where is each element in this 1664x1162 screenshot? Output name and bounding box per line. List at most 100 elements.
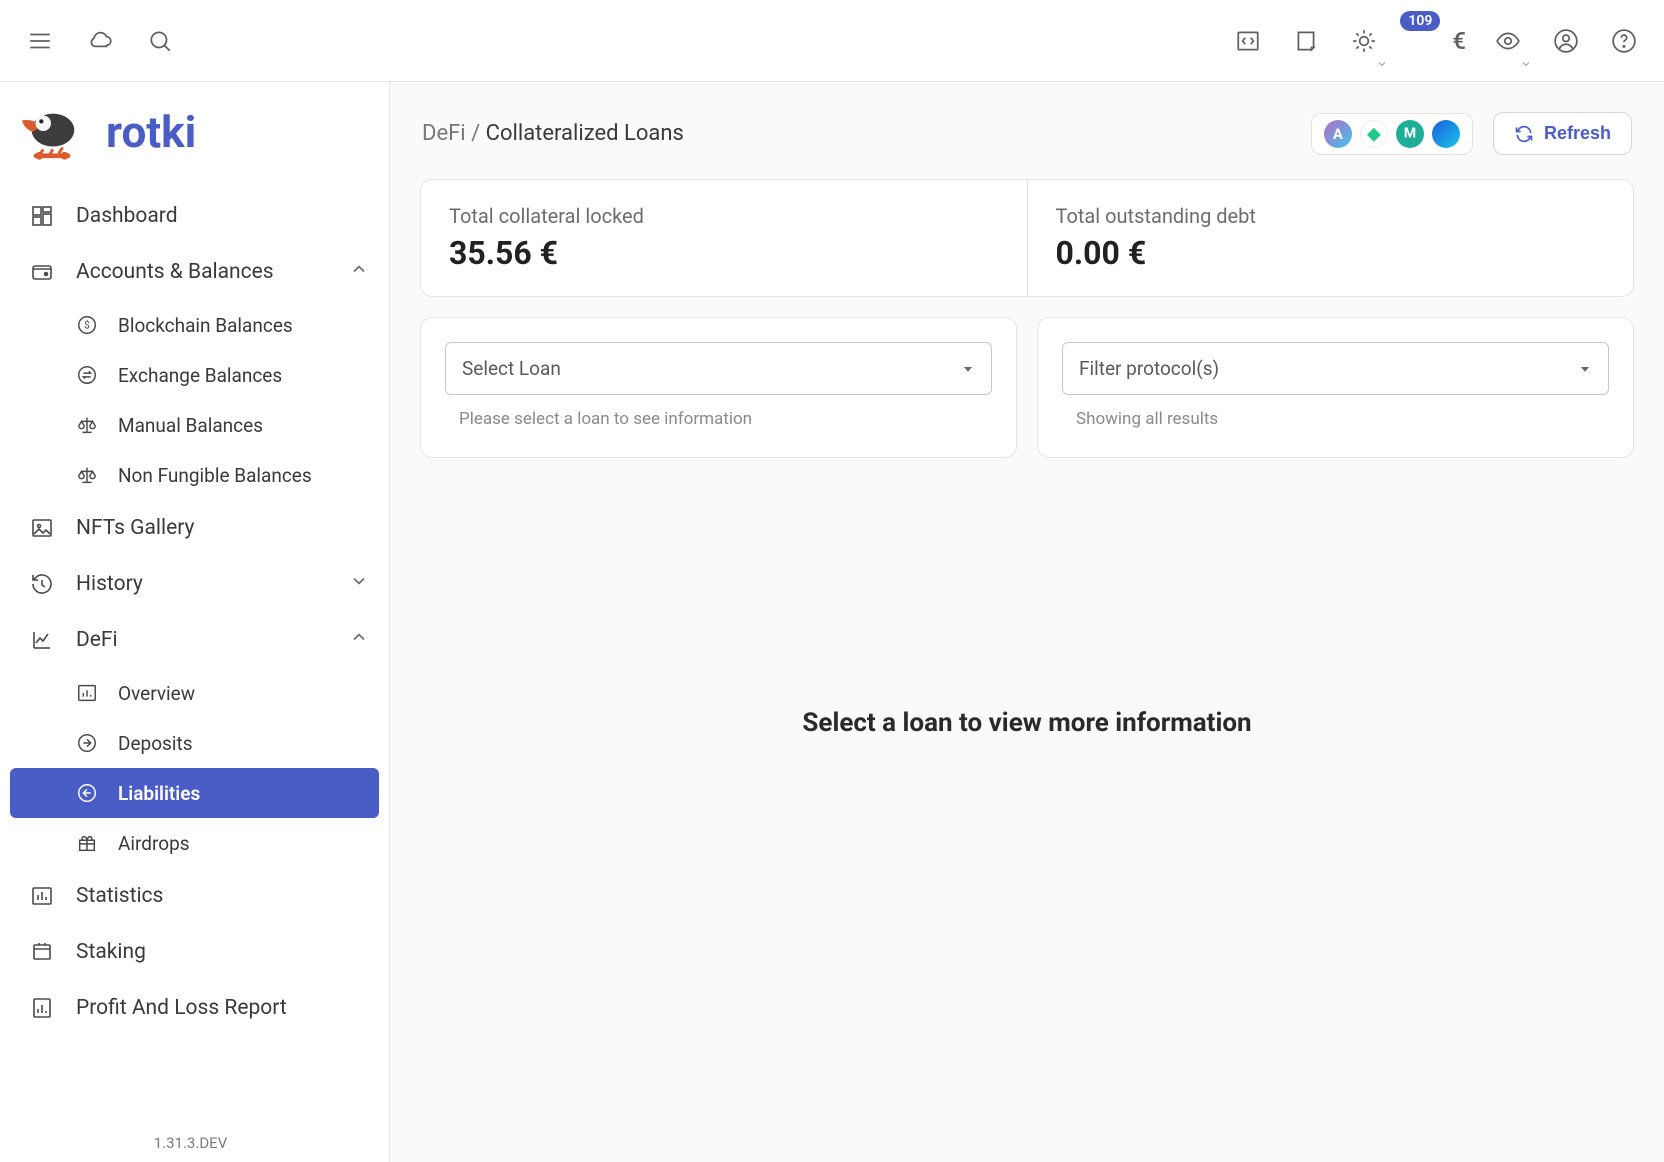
stats-icon: [28, 882, 56, 910]
sidebar-item-label: Liabilities: [118, 782, 200, 805]
sidebar-scroll[interactable]: rotki Dashboard Accounts & Balances $ Bl…: [0, 82, 389, 1162]
topbar-right: 109 €: [1232, 25, 1640, 57]
sidebar-item-nfts[interactable]: NFTs Gallery: [0, 500, 389, 556]
breadcrumb: DeFi / Collateralized Loans: [422, 121, 684, 146]
loan-select[interactable]: Select Loan: [445, 342, 992, 395]
caret-down-icon: [1578, 362, 1592, 376]
sidebar-sub-manual[interactable]: Manual Balances: [0, 400, 389, 450]
theme-icon[interactable]: [1348, 25, 1380, 57]
note-icon[interactable]: [1290, 25, 1322, 57]
protocol-filter-helper: Showing all results: [1062, 409, 1609, 429]
scale-icon: [74, 412, 100, 438]
sidebar-sub-blockchain[interactable]: $ Blockchain Balances: [0, 300, 389, 350]
sidebar-item-label: Profit And Loss Report: [76, 996, 287, 1020]
sidebar-sub-overview[interactable]: Overview: [0, 668, 389, 718]
shell: rotki Dashboard Accounts & Balances $ Bl…: [0, 82, 1664, 1162]
barchart-icon: [74, 680, 100, 706]
stat-cards: Total collateral locked 35.56 € Total ou…: [420, 179, 1634, 297]
empty-state-message: Select a loan to view more information: [420, 708, 1634, 738]
sidebar-item-label: Blockchain Balances: [118, 314, 293, 337]
brand-name: rotki: [106, 106, 196, 158]
stat-label: Total outstanding debt: [1056, 204, 1606, 228]
sidebar-sub-deposits[interactable]: Deposits: [0, 718, 389, 768]
sidebar-item-staking[interactable]: Staking: [0, 924, 389, 980]
wallet-icon: [28, 258, 56, 286]
history-icon: [28, 570, 56, 598]
sidebar-sub-nft-balances[interactable]: Non Fungible Balances: [0, 450, 389, 500]
refresh-label: Refresh: [1544, 123, 1611, 144]
help-icon[interactable]: [1608, 25, 1640, 57]
image-icon: [28, 514, 56, 542]
protocol-maker-icon: [1396, 120, 1424, 148]
page-header: DeFi / Collateralized Loans Refresh: [420, 112, 1634, 155]
brand[interactable]: rotki: [0, 82, 389, 188]
chevron-down-icon: [1376, 55, 1388, 67]
sidebar-sub-airdrops[interactable]: Airdrops: [0, 818, 389, 868]
loan-select-helper: Please select a loan to see information: [445, 409, 992, 429]
staking-icon: [28, 938, 56, 966]
chevron-down-icon: [1520, 55, 1532, 67]
currency-symbol: €: [1452, 27, 1466, 55]
protocol-filter-card: Filter protocol(s) Showing all results: [1037, 317, 1634, 458]
report-icon: [28, 994, 56, 1022]
protocol-liquity-icon: [1432, 120, 1460, 148]
coin-icon: $: [74, 312, 100, 338]
sidebar-item-dashboard[interactable]: Dashboard: [0, 188, 389, 244]
select-placeholder: Select Loan: [462, 357, 561, 380]
menu-icon[interactable]: [24, 25, 56, 57]
page-actions: Refresh: [1311, 112, 1632, 155]
version-label: 1.31.3.DEV: [0, 1124, 381, 1162]
topbar: 109 €: [0, 0, 1664, 82]
sidebar-item-label: NFTs Gallery: [76, 516, 195, 540]
deposit-icon: [74, 730, 100, 756]
sidebar-sub-liabilities[interactable]: Liabilities: [10, 768, 379, 818]
sidebar-item-label: Statistics: [76, 884, 163, 908]
sidebar-item-label: Accounts & Balances: [76, 260, 274, 284]
sidebar-item-label: Airdrops: [118, 832, 190, 855]
chevron-up-icon: [349, 259, 369, 285]
sidebar-item-label: Exchange Balances: [118, 364, 282, 387]
sidebar-item-label: Deposits: [118, 732, 193, 755]
breadcrumb-sep: /: [466, 121, 486, 146]
brand-logo-icon: [20, 104, 82, 160]
sidebar-item-label: Dashboard: [76, 204, 178, 228]
privacy-icon[interactable]: [1492, 25, 1524, 57]
account-icon[interactable]: [1550, 25, 1582, 57]
svg-text:$: $: [84, 319, 90, 332]
sidebar-item-label: Overview: [118, 682, 195, 705]
liability-icon: [74, 780, 100, 806]
select-placeholder: Filter protocol(s): [1079, 357, 1219, 380]
sidebar-item-history[interactable]: History: [0, 556, 389, 612]
topbar-left: [24, 25, 176, 57]
stat-value: 0.00 €: [1056, 234, 1606, 272]
protocol-filter-select[interactable]: Filter protocol(s): [1062, 342, 1609, 395]
sidebar-sub-exchange[interactable]: Exchange Balances: [0, 350, 389, 400]
gift-icon: [74, 830, 100, 856]
sidebar-item-statistics[interactable]: Statistics: [0, 868, 389, 924]
breadcrumb-current: Collateralized Loans: [486, 121, 684, 146]
sidebar-item-label: Non Fungible Balances: [118, 464, 312, 487]
stat-collateral: Total collateral locked 35.56 €: [421, 180, 1027, 296]
refresh-button[interactable]: Refresh: [1493, 112, 1632, 155]
notification-badge: 109: [1400, 11, 1440, 31]
scale-icon: [74, 462, 100, 488]
sidebar-item-defi[interactable]: DeFi: [0, 612, 389, 668]
breadcrumb-parent[interactable]: DeFi: [422, 121, 466, 146]
sidebar-item-pnl[interactable]: Profit And Loss Report: [0, 980, 389, 1036]
sidebar-item-label: DeFi: [76, 628, 118, 652]
stat-value: 35.56 €: [449, 234, 999, 272]
code-icon[interactable]: [1232, 25, 1264, 57]
protocol-chips[interactable]: [1311, 113, 1473, 155]
search-icon[interactable]: [144, 25, 176, 57]
loan-select-card: Select Loan Please select a loan to see …: [420, 317, 1017, 458]
protocol-compound-icon: [1360, 120, 1388, 148]
stat-debt: Total outstanding debt 0.00 €: [1027, 180, 1634, 296]
sidebar-item-accounts[interactable]: Accounts & Balances: [0, 244, 389, 300]
sidebar-item-label: Manual Balances: [118, 414, 263, 437]
protocol-aave-icon: [1324, 120, 1352, 148]
currency-switcher[interactable]: €: [1452, 27, 1466, 55]
cloud-icon[interactable]: [84, 25, 116, 57]
refresh-icon: [1514, 124, 1534, 144]
notification-icon[interactable]: 109: [1406, 25, 1426, 57]
caret-down-icon: [961, 362, 975, 376]
